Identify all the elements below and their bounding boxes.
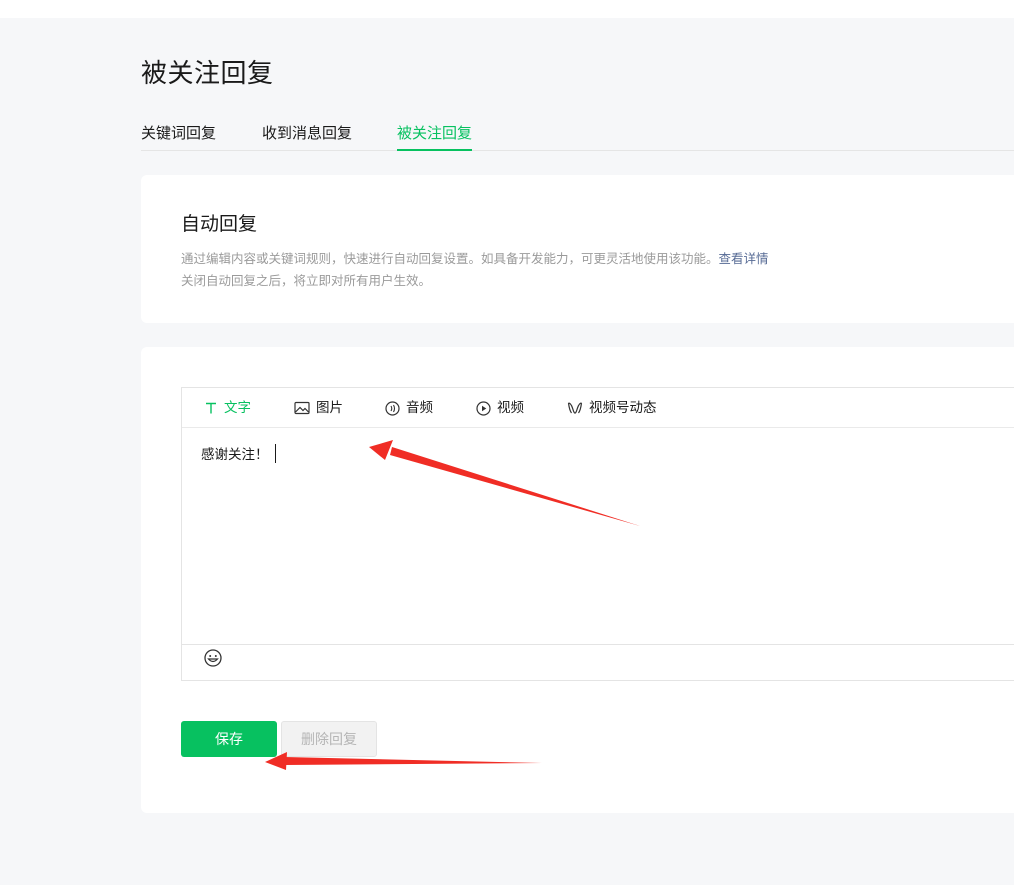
- auto-reply-description: 通过编辑内容或关键词规则，快速进行自动回复设置。如具备开发能力，可更灵活地使用该…: [181, 250, 769, 268]
- reply-text: 感谢关注！: [201, 447, 269, 463]
- tool-channels[interactable]: 视频号动态: [567, 399, 657, 417]
- save-button[interactable]: 保存: [181, 721, 277, 757]
- audio-icon: [385, 400, 400, 416]
- reply-tabs: 关键词回复 收到消息回复 被关注回复: [141, 122, 1014, 151]
- editor-footer: [182, 644, 1014, 681]
- tab-message-reply[interactable]: 收到消息回复: [262, 122, 352, 144]
- view-details-link[interactable]: 查看详情: [719, 251, 769, 266]
- emoji-icon: [204, 649, 222, 667]
- page-title: 被关注回复: [141, 59, 274, 89]
- editor-toolbar: 文字 图片 音频 视频 视频号动态: [182, 388, 1014, 428]
- emoji-button[interactable]: [203, 648, 223, 672]
- tool-video-label: 视频: [497, 400, 524, 416]
- auto-reply-desc-text: 通过编辑内容或关键词规则，快速进行自动回复设置。如具备开发能力，可更灵活地使用该…: [181, 251, 719, 266]
- top-bar: [0, 0, 1014, 18]
- tool-channels-label: 视频号动态: [589, 400, 657, 416]
- video-icon: [476, 400, 491, 416]
- tool-image[interactable]: 图片: [294, 399, 343, 417]
- tool-audio[interactable]: 音频: [385, 399, 433, 417]
- reply-editor: 文字 图片 音频 视频 视频号动态 感谢关注！: [181, 387, 1014, 681]
- delete-reply-button[interactable]: 删除回复: [281, 721, 377, 757]
- reply-editor-card: 文字 图片 音频 视频 视频号动态 感谢关注！ 保存 删除回复: [141, 347, 1014, 813]
- tab-follow-reply[interactable]: 被关注回复: [397, 122, 473, 151]
- reply-text-area[interactable]: 感谢关注！: [182, 428, 1014, 644]
- auto-reply-info-card: 自动回复 通过编辑内容或关键词规则，快速进行自动回复设置。如具备开发能力，可更灵…: [141, 175, 1014, 323]
- tool-image-label: 图片: [316, 400, 343, 416]
- image-icon: [294, 401, 310, 415]
- tool-text-label: 文字: [224, 400, 251, 416]
- tool-audio-label: 音频: [406, 400, 433, 416]
- tool-video[interactable]: 视频: [476, 399, 524, 417]
- text-caret: [274, 444, 276, 463]
- channels-icon: [567, 402, 583, 414]
- auto-reply-note: 关闭自动回复之后，将立即对所有用户生效。: [181, 273, 432, 288]
- text-icon: [206, 402, 216, 414]
- tab-keyword-reply[interactable]: 关键词回复: [141, 122, 216, 144]
- auto-reply-title: 自动回复: [181, 213, 258, 235]
- tool-text[interactable]: 文字: [204, 399, 251, 417]
